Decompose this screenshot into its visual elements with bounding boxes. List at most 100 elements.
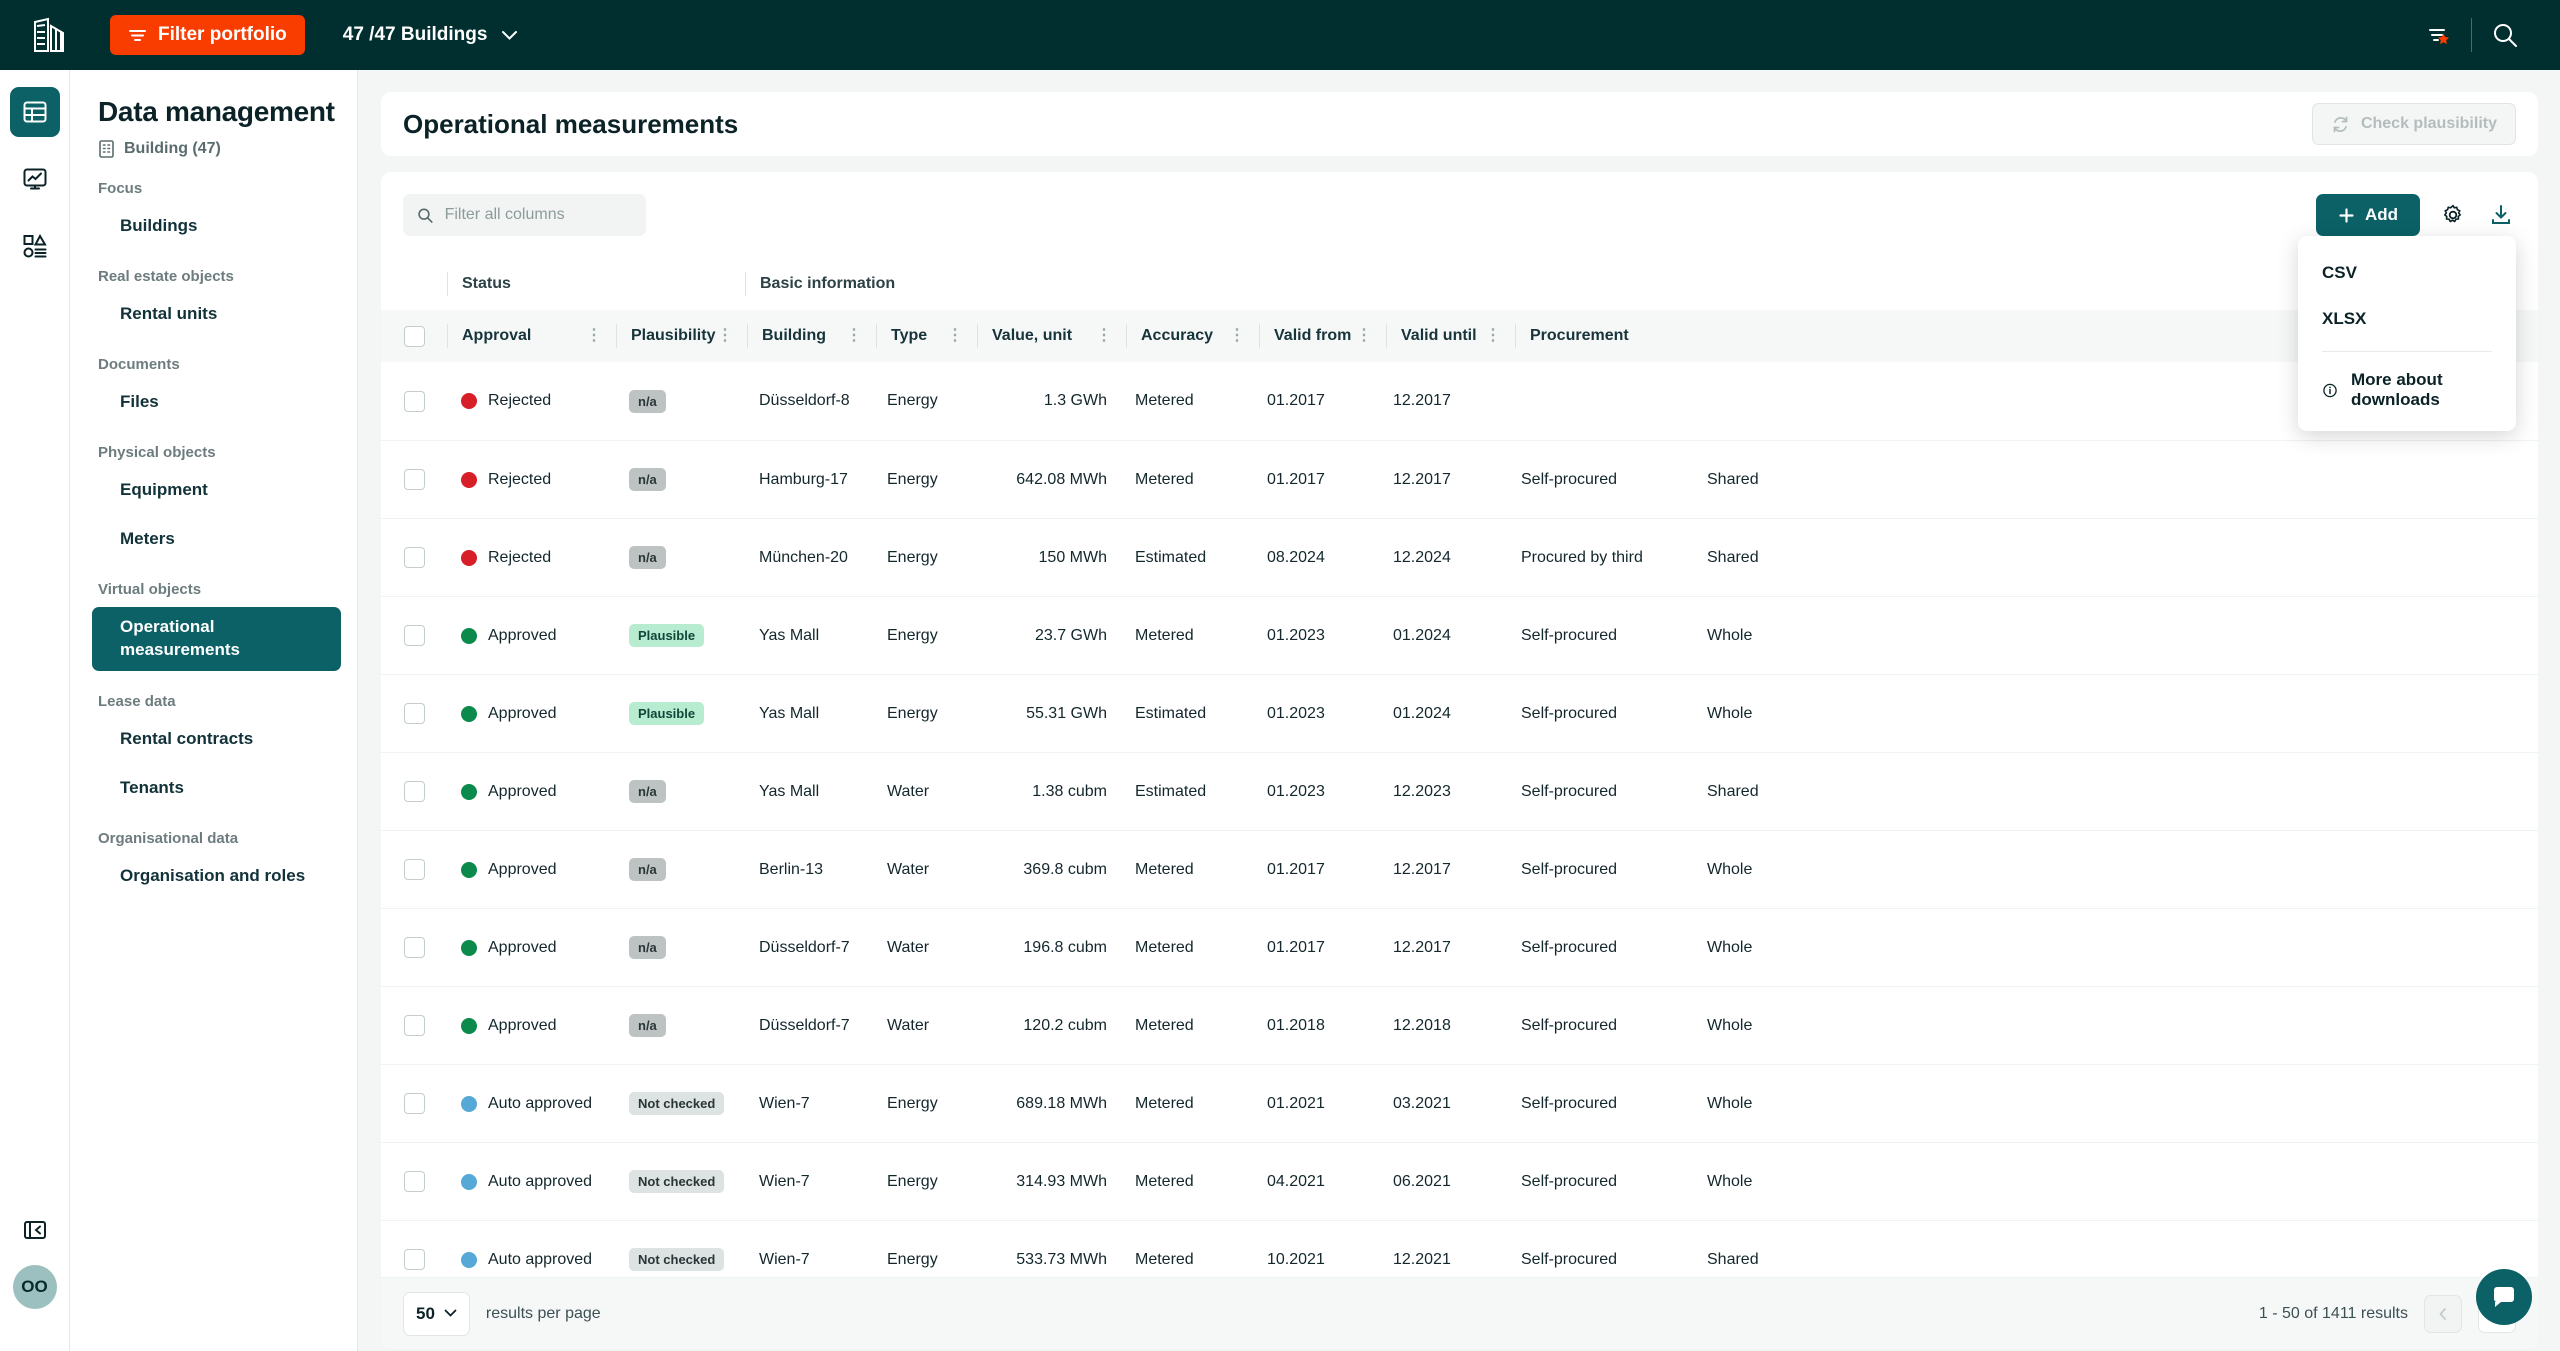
table-row[interactable]: Rejected n/a Hamburg-17 Energy 642.08 MWh Met… — [381, 440, 2538, 518]
support-chat-button[interactable] — [2476, 1269, 2532, 1325]
filter-portfolio-button[interactable]: Filter portfolio — [110, 15, 305, 55]
column-menu-icon[interactable]: ⋮ — [1485, 328, 1501, 344]
buildings-selector[interactable]: 47 /47 Buildings — [343, 24, 519, 46]
sidebar-item-rental-units[interactable]: Rental units — [92, 294, 341, 334]
filter-columns-search[interactable] — [403, 194, 646, 236]
download-button[interactable] — [2486, 200, 2516, 230]
sidebar-item-rental-contracts[interactable]: Rental contracts — [92, 719, 341, 759]
table-settings-button[interactable] — [2438, 200, 2468, 230]
global-search-button[interactable] — [2472, 0, 2538, 70]
table-row[interactable]: Approved n/a Berlin-13 Water 369.8 cubm Meter… — [381, 830, 2538, 908]
row-checkbox[interactable] — [403, 390, 425, 412]
app-rail: OO — [0, 70, 70, 1351]
rail-item-reporting[interactable] — [10, 221, 60, 271]
column-menu-icon[interactable]: ⋮ — [586, 328, 602, 344]
row-checkbox[interactable] — [403, 547, 425, 568]
sidebar-item-tenants[interactable]: Tenants — [92, 768, 341, 808]
column-menu-icon[interactable]: ⋮ — [1229, 328, 1245, 344]
plausibility-badge: Not checked — [629, 1248, 725, 1271]
table-row[interactable]: Approved n/a Düsseldorf-7 Water 120.2 cubm Me… — [381, 986, 2538, 1064]
column-header-approval[interactable]: Approval ⋮ — [448, 327, 616, 345]
cell-procurement: Self-procured — [1521, 938, 1618, 956]
cell-procurement: Self-procured — [1521, 1094, 1618, 1112]
download-option-xlsx[interactable]: XLSX — [2298, 296, 2516, 342]
collapse-sidebar-button[interactable] — [10, 1205, 60, 1255]
plausibility-badge: Not checked — [629, 1170, 725, 1193]
saved-filters-button[interactable] — [2405, 0, 2471, 70]
add-button[interactable]: Add — [2315, 194, 2420, 236]
results-per-page-select[interactable]: 50 — [403, 1291, 470, 1336]
approval-label: Rejected — [488, 392, 552, 409]
row-checkbox[interactable] — [403, 1171, 425, 1192]
column-menu-icon[interactable]: ⋮ — [1096, 328, 1112, 344]
row-checkbox[interactable] — [403, 937, 425, 958]
cell-value: 196.8 cubm — [1023, 938, 1107, 956]
table-row[interactable]: Rejected n/a München-20 Energy 150 MWh Estima… — [381, 518, 2538, 596]
filter-star-icon — [2429, 29, 2449, 44]
rail-item-data-management[interactable] — [9, 87, 60, 137]
row-checkbox[interactable] — [403, 469, 425, 490]
cell-valid-from: 01.2018 — [1267, 1016, 1325, 1034]
previous-page-button[interactable] — [2424, 1294, 2462, 1333]
app-logo[interactable] — [18, 17, 80, 53]
cell-type: Energy — [887, 626, 938, 644]
sidebar-item-files[interactable]: Files — [92, 382, 341, 422]
column-header-type[interactable]: Type ⋮ — [877, 327, 977, 345]
sidebar-item-organisation-and-roles[interactable]: Organisation and roles — [92, 856, 341, 896]
column-menu-icon[interactable]: ⋮ — [846, 328, 862, 344]
row-checkbox[interactable] — [403, 1249, 425, 1270]
column-menu-icon[interactable]: ⋮ — [717, 328, 733, 344]
column-header-valid-from[interactable]: Valid from ⋮ — [1260, 327, 1386, 345]
monitor-chart-icon — [23, 168, 46, 190]
check-plausibility-button[interactable]: Check plausibility — [2311, 103, 2516, 145]
table-row[interactable]: Approved n/a Düsseldorf-7 Water 196.8 cubm Me… — [381, 908, 2538, 986]
search-input[interactable] — [444, 206, 632, 224]
table-row[interactable]: Approved Plausible Yas Mall Energy 23.7 GWh M… — [381, 596, 2538, 674]
cell-plausibility: n/a — [615, 1014, 745, 1037]
more-about-downloads-link[interactable]: More about downloads — [2298, 361, 2516, 419]
column-header-value-unit[interactable]: Value, unit ⋮ — [978, 327, 1126, 345]
table-row[interactable]: Auto approved Not checked Wien-7 Energy 314.… — [381, 1142, 2538, 1220]
sidebar-item-meters[interactable]: Meters — [92, 519, 341, 559]
download-option-csv[interactable]: CSV — [2298, 250, 2516, 296]
sidebar-item-equipment[interactable]: Equipment — [92, 470, 341, 510]
cell-type: Water — [887, 938, 930, 956]
results-range-text: 1 - 50 of 1411 results — [2258, 1304, 2408, 1322]
column-label: Procurement — [1530, 327, 1629, 344]
column-menu-icon[interactable]: ⋮ — [1356, 328, 1372, 344]
row-checkbox[interactable] — [403, 1015, 425, 1036]
filter-lines-icon — [129, 29, 146, 41]
table-row[interactable]: Rejected n/a Düsseldorf-8 Energy 1.3 GWh Mete… — [381, 362, 2538, 440]
select-all-checkbox[interactable] — [403, 325, 425, 347]
cell-valid-from: 01.2023 — [1267, 782, 1325, 800]
cell-plausibility: Not checked — [615, 1092, 745, 1115]
cell-valid-until: 12.2017 — [1393, 470, 1451, 488]
row-checkbox[interactable] — [403, 1093, 425, 1114]
approval-label: Rejected — [488, 470, 552, 488]
add-label: Add — [2364, 205, 2398, 224]
sidebar-item-buildings[interactable]: Buildings — [92, 206, 341, 246]
column-header-accuracy[interactable]: Accuracy ⋮ — [1127, 327, 1259, 345]
row-checkbox[interactable] — [403, 625, 425, 646]
table-row[interactable]: Approved n/a Yas Mall Water 1.38 cubm Estimat… — [381, 752, 2538, 830]
column-header-building[interactable]: Building ⋮ — [748, 327, 876, 345]
column-menu-icon[interactable]: ⋮ — [947, 328, 963, 344]
cell-valid-from: 08.2024 — [1267, 548, 1325, 566]
row-checkbox[interactable] — [403, 859, 425, 880]
plus-icon — [2339, 207, 2354, 223]
table-row[interactable]: Auto approved Not checked Wien-7 Energy 689.… — [381, 1064, 2538, 1142]
user-avatar[interactable]: OO — [12, 1265, 57, 1309]
cell-accuracy: Metered — [1135, 860, 1194, 878]
column-header-valid-until[interactable]: Valid until ⋮ — [1387, 327, 1515, 345]
cell-scope: Shared — [1707, 470, 1759, 488]
cell-type: Energy — [887, 1250, 938, 1268]
column-header-plausibility[interactable]: Plausibility ⋮ — [617, 327, 747, 345]
column-header-procurement[interactable]: Procurement — [1516, 327, 1702, 345]
sidebar-item-operational-measurements[interactable]: Operational measurements — [92, 607, 341, 671]
row-checkbox[interactable] — [403, 703, 425, 724]
rail-item-analytics[interactable] — [10, 154, 60, 204]
row-checkbox[interactable] — [403, 781, 425, 802]
table-row[interactable]: Approved Plausible Yas Mall Energy 55.31 GWh… — [381, 674, 2538, 752]
cell-value: 23.7 GWh — [1034, 626, 1107, 644]
cell-accuracy: Estimated — [1135, 548, 1207, 566]
